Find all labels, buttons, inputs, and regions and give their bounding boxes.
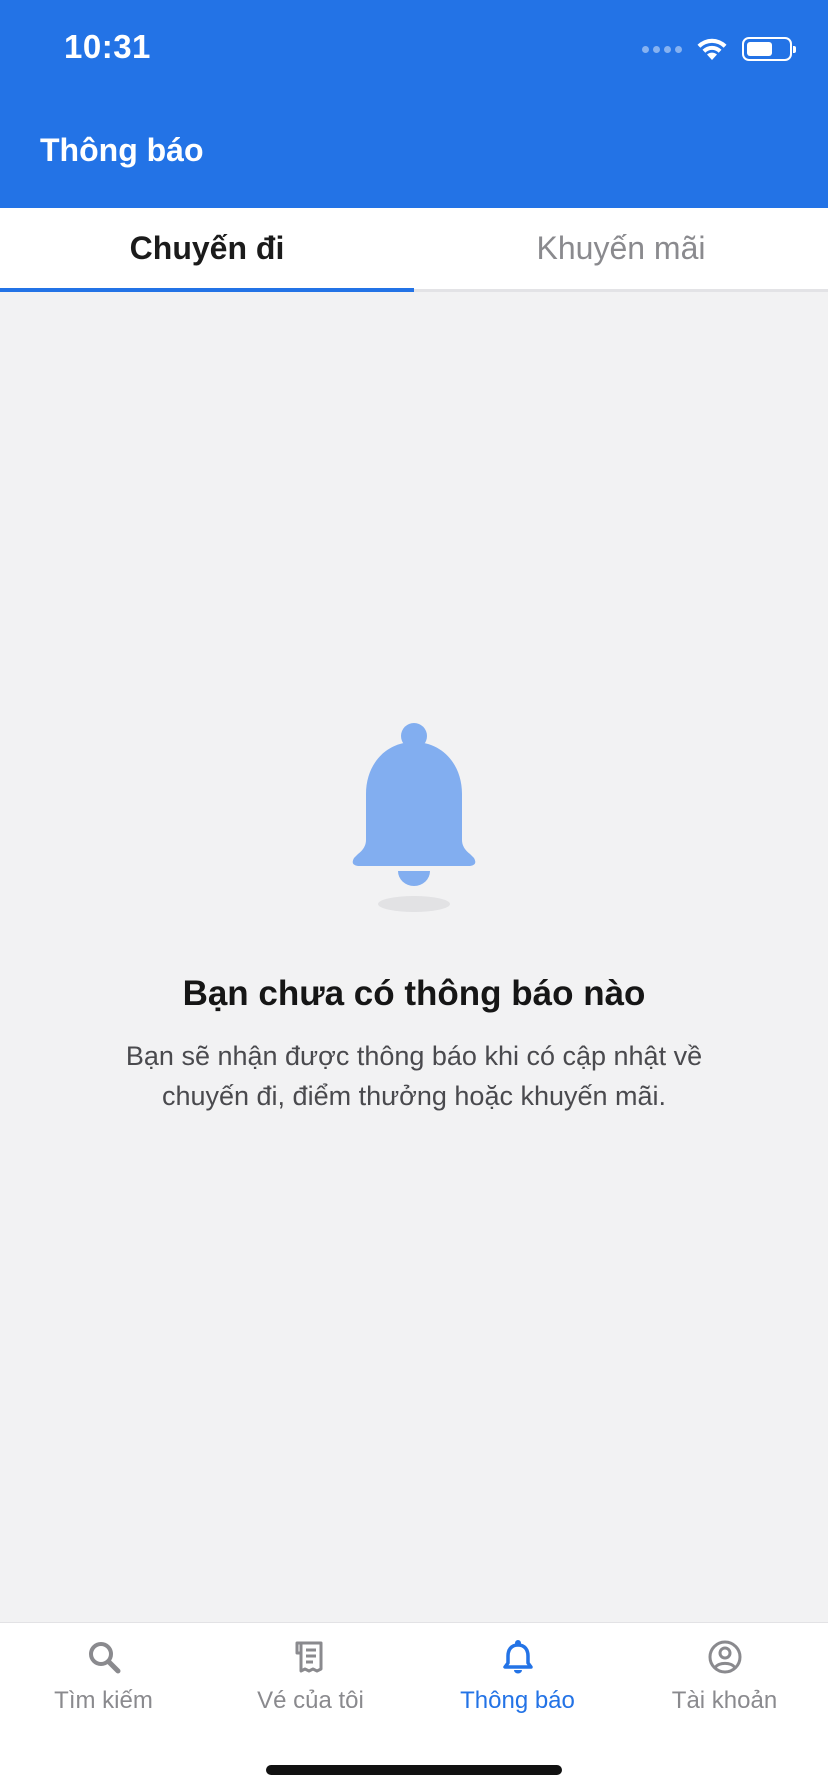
- home-indicator: [266, 1765, 562, 1775]
- nav-search[interactable]: Tìm kiếm: [0, 1623, 207, 1792]
- status-icons: [642, 34, 796, 64]
- tab-trips[interactable]: Chuyến đi: [0, 208, 414, 292]
- bell-icon: [352, 723, 476, 912]
- nav-search-label: Tìm kiếm: [54, 1687, 153, 1714]
- nav-account-label: Tài khoản: [671, 1687, 778, 1714]
- tab-promotions[interactable]: Khuyến mãi: [414, 208, 828, 289]
- ticket-icon: [291, 1637, 331, 1677]
- tab-bar: Chuyến đi Khuyến mãi: [0, 208, 828, 292]
- empty-title: Bạn chưa có thông báo nào: [182, 974, 646, 1013]
- nav-my-tickets-label: Vé của tôi: [257, 1687, 364, 1714]
- search-icon: [84, 1637, 124, 1677]
- account-icon: [705, 1637, 745, 1677]
- nav-account[interactable]: Tài khoản: [621, 1623, 828, 1792]
- empty-state: Bạn chưa có thông báo nào Bạn sẽ nhận đư…: [0, 720, 828, 1116]
- nav-notifications-label: Thông báo: [460, 1687, 575, 1714]
- app-header: 10:31 Thông báo: [0, 0, 828, 208]
- page-title: Thông báo: [40, 132, 204, 168]
- status-time: 10:31: [64, 28, 151, 65]
- empty-description: Bạn sẽ nhận được thông báo khi có cập nh…: [125, 1041, 703, 1111]
- bell-illustration: [344, 720, 484, 920]
- cellular-signal-icon: [642, 45, 682, 53]
- bell-icon: [498, 1637, 538, 1677]
- battery-icon: [742, 37, 796, 61]
- wifi-icon: [697, 38, 727, 60]
